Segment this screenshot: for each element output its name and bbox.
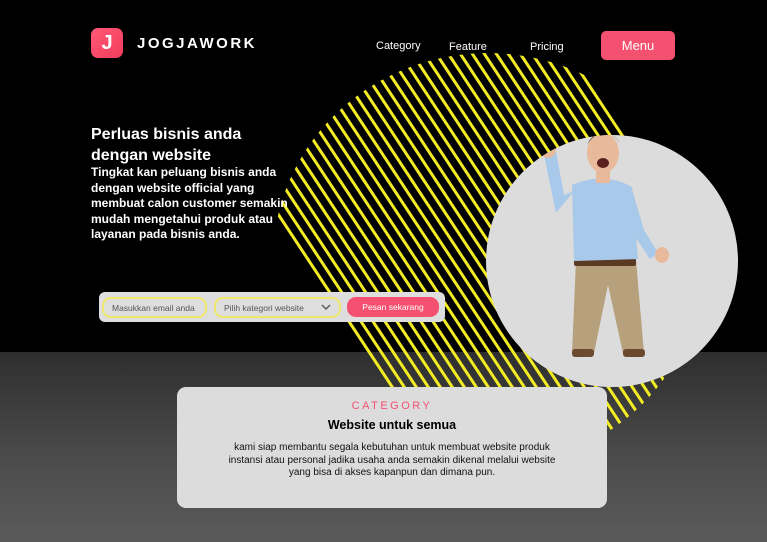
nav-feature[interactable]: Feature xyxy=(449,41,487,53)
person-illustration xyxy=(540,135,669,357)
order-form: Pilih kategori website Pesan sekarang xyxy=(99,292,445,322)
nav-category[interactable]: Category xyxy=(376,40,421,52)
category-title: Website untuk semua xyxy=(327,418,457,432)
logo-letter: J xyxy=(101,31,113,54)
menu-button[interactable]: Menu xyxy=(601,31,675,60)
hero-title: Perluas bisnis anda dengan website xyxy=(91,126,242,164)
category-card: CATEGORY Website untuk semua kami siap m… xyxy=(177,387,607,508)
category-select-value: Pilih kategori website xyxy=(224,302,304,313)
order-now-button[interactable]: Pesan sekarang xyxy=(347,297,439,317)
category-kicker: CATEGORY xyxy=(351,400,433,412)
nav-pricing[interactable]: Pricing xyxy=(530,41,564,53)
hero-photo xyxy=(486,135,738,387)
brand-name[interactable]: JOGJAWORK xyxy=(137,35,257,52)
hero-description: Tingkat kan peluang bisnis anda dengan w… xyxy=(91,165,288,241)
logo-icon[interactable]: J xyxy=(91,28,123,58)
category-select[interactable]: Pilih kategori website xyxy=(214,297,341,318)
email-input[interactable] xyxy=(102,297,207,318)
category-description: kami siap membantu segala kebutuhan untu… xyxy=(228,442,556,478)
chevron-down-icon xyxy=(321,303,331,313)
